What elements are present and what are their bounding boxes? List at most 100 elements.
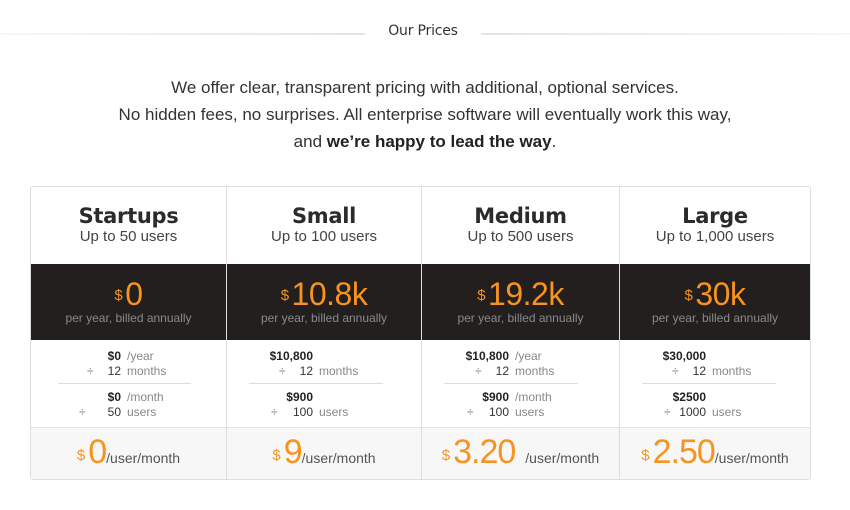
currency-symbol: $ bbox=[114, 287, 123, 304]
divide-icon: ÷ bbox=[664, 405, 671, 419]
per-user-unit: /user/month bbox=[714, 450, 789, 466]
currency-symbol: $ bbox=[684, 287, 693, 304]
months-row: ÷ 12 months bbox=[620, 364, 810, 379]
annual-price: $19.2k bbox=[422, 277, 619, 311]
plan-header: Startups Up to 50 users bbox=[31, 187, 226, 264]
intro-line-1: We offer clear, transparent pricing with… bbox=[171, 78, 679, 97]
intro-line-3-prefix: and bbox=[293, 132, 327, 151]
users-row: ÷ 1000 users bbox=[620, 405, 810, 420]
users-label: users bbox=[712, 405, 742, 419]
pricing-table: Startups Up to 50 users $0 per year, bil… bbox=[30, 186, 811, 480]
per-user-price-display: $0 bbox=[76, 433, 107, 471]
yearly-amount: $10,800 bbox=[269, 349, 313, 363]
plan-header: Large Up to 1,000 users bbox=[620, 187, 810, 264]
annual-price-value: 19.2k bbox=[488, 276, 564, 312]
plan-user-limit: Up to 500 users bbox=[467, 228, 574, 245]
annual-price-band: $19.2k per year, billed annually bbox=[422, 264, 619, 340]
monthly-row: $900 /month bbox=[422, 390, 619, 405]
plan-column-large: Large Up to 1,000 users $30k per year, b… bbox=[620, 187, 810, 479]
price-breakdown: $30,000 ÷ 12 months $2500 ÷ 1000 users bbox=[620, 340, 810, 427]
currency-symbol: $ bbox=[641, 447, 649, 464]
divide-icon: ÷ bbox=[467, 405, 474, 419]
yearly-row: $10,800 /year bbox=[422, 349, 619, 364]
user-count: 50 bbox=[107, 405, 121, 419]
heading-divider-right bbox=[481, 33, 850, 35]
heading-divider-left bbox=[0, 33, 365, 35]
annual-price-value: 30k bbox=[695, 276, 746, 312]
billing-note: per year, billed annually bbox=[65, 311, 192, 325]
months-count: 12 bbox=[299, 364, 313, 378]
billing-note: per year, billed annually bbox=[260, 311, 388, 325]
intro-emphasis: we’re happy to lead the way bbox=[326, 132, 552, 151]
intro-line-2: No hidden fees, no surprises. All enterp… bbox=[118, 105, 732, 124]
plan-column-medium: Medium Up to 500 users $19.2k per year, … bbox=[422, 187, 620, 479]
currency-symbol: $ bbox=[477, 287, 486, 304]
intro-line-3: and we’re happy to lead the way. bbox=[0, 128, 850, 155]
monthly-row: $900 bbox=[227, 390, 421, 405]
per-user-unit: /user/month bbox=[301, 450, 376, 466]
currency-symbol: $ bbox=[441, 447, 450, 464]
user-count: 100 bbox=[292, 405, 313, 419]
months-label: months bbox=[712, 364, 752, 378]
divide-icon: ÷ bbox=[475, 364, 482, 378]
yearly-amount: $10,800 bbox=[465, 349, 509, 363]
users-label: users bbox=[127, 405, 157, 419]
divide-icon: ÷ bbox=[87, 364, 94, 378]
user-count: 1000 bbox=[679, 405, 706, 419]
divide-icon: ÷ bbox=[672, 364, 679, 378]
monthly-amount: $900 bbox=[482, 390, 509, 404]
monthly-unit: /month bbox=[127, 390, 164, 404]
annual-price: $10.8k bbox=[227, 277, 421, 311]
yearly-unit: /year bbox=[515, 349, 542, 363]
months-label: months bbox=[515, 364, 555, 378]
users-row: ÷ 100 users bbox=[227, 405, 421, 420]
months-row: ÷ 12 months bbox=[422, 364, 619, 379]
divide-icon: ÷ bbox=[79, 405, 86, 419]
plan-name: Large bbox=[682, 204, 748, 228]
yearly-unit: /year bbox=[127, 349, 154, 363]
monthly-amount: $2500 bbox=[672, 390, 706, 404]
monthly-unit: /month bbox=[515, 390, 552, 404]
section-title: Our Prices bbox=[388, 23, 458, 39]
per-user-price-value: 2.50 bbox=[652, 433, 716, 471]
users-label: users bbox=[515, 405, 545, 419]
plan-user-limit: Up to 50 users bbox=[79, 228, 178, 245]
currency-symbol: $ bbox=[76, 447, 85, 464]
months-count: 12 bbox=[107, 364, 121, 378]
annual-price-value: 10.8k bbox=[291, 276, 368, 312]
plan-header: Small Up to 100 users bbox=[227, 187, 421, 264]
monthly-row: $2500 bbox=[620, 390, 810, 405]
per-user-price-display: $2.50 bbox=[641, 433, 716, 471]
per-user-price: $0/user/month bbox=[31, 427, 226, 479]
price-breakdown: $0 /year ÷ 12 months $0 /month ÷ 50 user… bbox=[31, 340, 226, 427]
monthly-amount: $900 bbox=[286, 390, 313, 404]
per-user-price: $3.20/user/month bbox=[422, 427, 619, 479]
annual-price-band: $0 per year, billed annually bbox=[31, 264, 226, 340]
per-user-price-value: 3.20 bbox=[453, 433, 516, 471]
per-user-price-display: $3.20 bbox=[441, 433, 517, 471]
currency-symbol: $ bbox=[280, 287, 289, 304]
billing-note: per year, billed annually bbox=[651, 311, 779, 325]
annual-price: $30k bbox=[620, 277, 810, 311]
months-label: months bbox=[127, 364, 167, 378]
per-user-unit: /user/month bbox=[106, 450, 181, 466]
plan-column-startups: Startups Up to 50 users $0 per year, bil… bbox=[31, 187, 227, 479]
annual-price-value: 0 bbox=[125, 276, 143, 312]
annual-price-band: $30k per year, billed annually bbox=[620, 264, 810, 340]
yearly-row: $0 /year bbox=[31, 349, 226, 364]
monthly-amount: $0 bbox=[107, 390, 121, 404]
per-user-price-value: 9 bbox=[283, 433, 303, 471]
plan-name: Startups bbox=[78, 204, 179, 228]
yearly-row: $30,000 bbox=[620, 349, 810, 364]
section-heading: Our Prices bbox=[0, 23, 850, 45]
intro-text: We offer clear, transparent pricing with… bbox=[0, 74, 850, 155]
breakdown-divider bbox=[58, 383, 191, 384]
plan-name: Small bbox=[291, 204, 357, 228]
per-user-price-value: 0 bbox=[88, 433, 107, 471]
months-row: ÷ 12 months bbox=[227, 364, 421, 379]
divide-icon: ÷ bbox=[279, 364, 286, 378]
plan-name: Medium bbox=[474, 204, 567, 228]
annual-price-band: $10.8k per year, billed annually bbox=[227, 264, 421, 340]
yearly-amount: $30,000 bbox=[662, 349, 706, 363]
per-user-price: $2.50/user/month bbox=[620, 427, 810, 479]
